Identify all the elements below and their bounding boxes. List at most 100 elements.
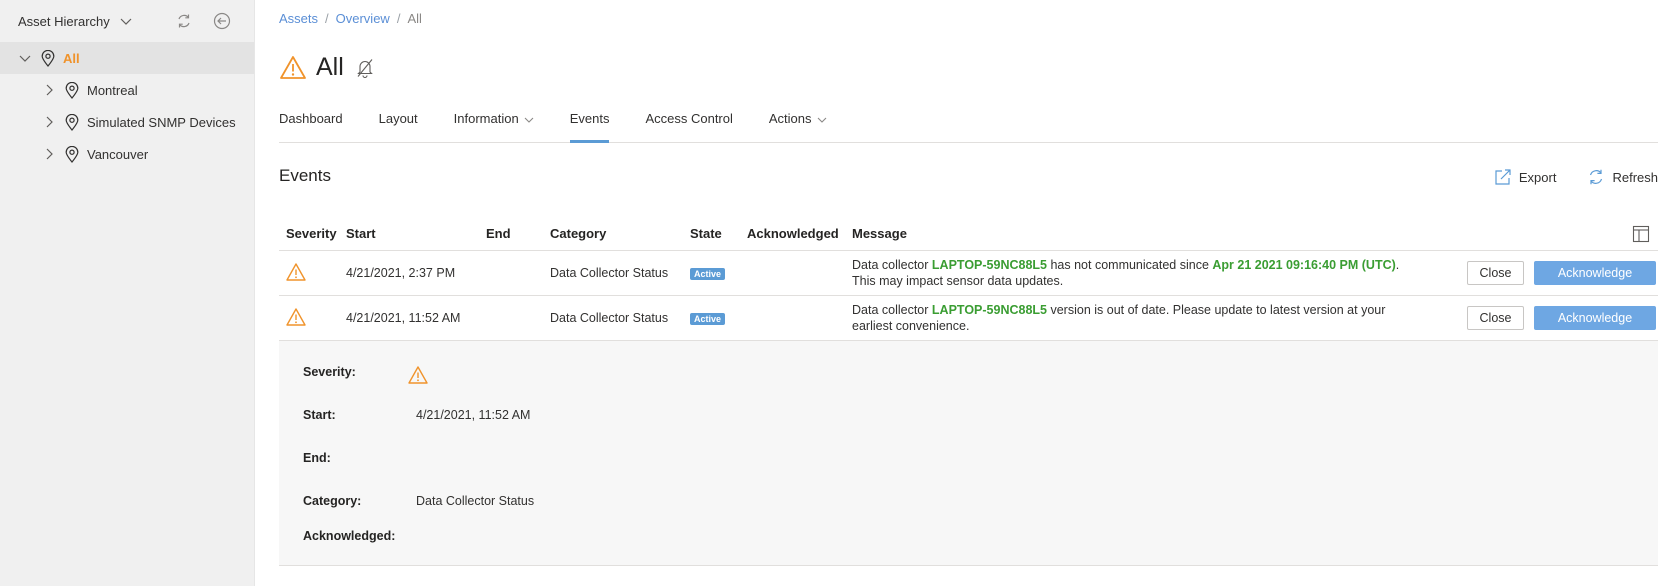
tree-item-montreal[interactable]: Montreal (0, 74, 254, 106)
warning-icon (286, 262, 306, 282)
detail-label: Acknowledged: (303, 529, 396, 543)
export-icon (1493, 167, 1513, 187)
column-header-acknowledged[interactable]: Acknowledged (747, 226, 852, 241)
tab-access-control[interactable]: Access Control (645, 103, 732, 143)
cell-start: 4/21/2021, 11:52 AM (346, 311, 461, 325)
tree-item-label: Simulated SNMP Devices (87, 114, 236, 130)
breadcrumb-overview[interactable]: Overview (336, 11, 390, 26)
tab-layout[interactable]: Layout (379, 103, 418, 143)
breadcrumb-current: All (407, 11, 422, 26)
table-row[interactable]: 4/21/2021, 2:37 PM Data Collector Status… (279, 251, 1658, 296)
state-badge: Active (690, 313, 726, 325)
message-host: LAPTOP-59NC88L5 (931, 258, 1047, 272)
tab-information[interactable]: Information (454, 103, 534, 143)
column-header-severity[interactable]: Severity (279, 226, 346, 241)
events-section-title: Events (279, 166, 331, 185)
refresh-icon (1586, 167, 1606, 187)
event-details-panel: Severity: Start: 4/21/2021, 11:52 AM End… (279, 341, 1658, 566)
detail-severity: Severity: (303, 365, 428, 388)
chevron-down-icon[interactable] (120, 15, 132, 27)
detail-label: Severity: (303, 365, 356, 379)
detail-label: Start: (303, 408, 336, 422)
events-table: Severity Start End Category State Acknow… (279, 217, 1658, 566)
detail-category: Category: Data Collector Status (303, 494, 534, 508)
detail-value: 4/21/2021, 11:52 AM (416, 408, 531, 422)
detail-label: End: (303, 451, 331, 465)
tree-item-simulated-snmp-devices[interactable]: Simulated SNMP Devices (0, 106, 254, 138)
message-text: version is out of date. Please update to… (1047, 303, 1386, 317)
detail-label: Category: (303, 494, 362, 508)
detail-end: End: (303, 451, 416, 465)
refresh-label: Refresh (1612, 169, 1658, 185)
location-pin-icon (40, 49, 56, 67)
column-header-end[interactable]: End (486, 226, 550, 241)
acknowledge-button[interactable]: Acknowledge (1534, 306, 1656, 330)
tree-item-all[interactable]: All (0, 42, 254, 74)
message-text: earliest convenience. (852, 319, 970, 333)
message-text: Data collector (852, 258, 932, 272)
state-badge: Active (690, 268, 726, 280)
chevron-right-icon[interactable] (42, 147, 56, 161)
refresh-button[interactable]: Refresh (1586, 167, 1658, 187)
location-pin-icon (64, 145, 80, 163)
tab-label: Information (453, 111, 519, 126)
message-text: has not communicated since (1047, 258, 1213, 272)
tab-label: Access Control (645, 111, 733, 126)
asset-hierarchy-sidebar: Asset Hierarchy All Montreal Simulated S… (0, 0, 255, 586)
detail-value: Data Collector Status (416, 494, 535, 508)
chevron-right-icon[interactable] (42, 115, 56, 129)
chevron-down-icon (524, 115, 534, 125)
location-pin-icon (64, 81, 80, 99)
tab-actions[interactable]: Actions (769, 103, 827, 143)
column-header-start[interactable]: Start (346, 226, 486, 241)
table-header: Severity Start End Category State Acknow… (279, 217, 1658, 251)
column-header-state[interactable]: State (690, 226, 747, 241)
breadcrumb-separator: / (396, 11, 401, 26)
close-event-button[interactable]: Close (1467, 306, 1524, 330)
columns-layout-icon[interactable] (1632, 225, 1650, 243)
tree-item-label: All (63, 50, 80, 66)
breadcrumb-assets[interactable]: Assets (279, 11, 318, 26)
main-content: Assets / Overview / All All Dashboard Layout… (279, 0, 1658, 586)
tab-label: Actions (768, 111, 812, 126)
collapse-sidebar-icon[interactable] (212, 11, 232, 31)
page-header: All (279, 53, 374, 82)
tab-dashboard[interactable]: Dashboard (279, 103, 343, 143)
warning-icon (408, 365, 428, 388)
cell-category: Data Collector Status (550, 266, 669, 280)
bell-off-icon[interactable] (356, 58, 374, 78)
warning-icon (279, 54, 307, 82)
message-text: Data collector (852, 303, 932, 317)
message-text: . (1395, 258, 1400, 272)
message-date: Apr 21 2021 09:16:40 PM (UTC) (1212, 258, 1396, 272)
chevron-right-icon[interactable] (42, 83, 56, 97)
tab-label: Dashboard (279, 111, 343, 126)
table-row[interactable]: 4/21/2021, 11:52 AM Data Collector Statu… (279, 296, 1658, 341)
cell-message: Data collector LAPTOP-59NC88L5 version i… (852, 302, 1467, 334)
export-label: Export (1518, 169, 1557, 185)
sync-icon[interactable] (174, 11, 194, 31)
breadcrumb-separator: / (325, 11, 329, 26)
column-header-category[interactable]: Category (550, 226, 690, 241)
tree-item-label: Montreal (87, 82, 138, 98)
detail-start: Start: 4/21/2021, 11:52 AM (303, 408, 530, 422)
close-event-button[interactable]: Close (1467, 261, 1524, 285)
column-header-message[interactable]: Message (852, 226, 1467, 241)
acknowledge-button[interactable]: Acknowledge (1534, 261, 1656, 285)
sidebar-header: Asset Hierarchy (0, 0, 254, 42)
chevron-down-icon[interactable] (18, 51, 32, 65)
tree-item-vancouver[interactable]: Vancouver (0, 138, 254, 170)
detail-acknowledged: Acknowledged: (303, 529, 416, 543)
cell-start: 4/21/2021, 2:37 PM (346, 266, 456, 280)
location-pin-icon (64, 113, 80, 131)
export-button[interactable]: Export (1493, 167, 1557, 187)
events-toolbar: Export Refresh (1493, 167, 1658, 187)
cell-message: Data collector LAPTOP-59NC88L5 has not c… (852, 257, 1467, 289)
cell-category: Data Collector Status (550, 311, 669, 325)
tab-bar: Dashboard Layout Information Events Acce… (279, 103, 1658, 143)
tree-item-label: Vancouver (87, 146, 149, 162)
sidebar-title: Asset Hierarchy (18, 13, 110, 29)
message-host: LAPTOP-59NC88L5 (931, 303, 1047, 317)
warning-icon (286, 307, 306, 327)
tab-events[interactable]: Events (569, 103, 609, 143)
